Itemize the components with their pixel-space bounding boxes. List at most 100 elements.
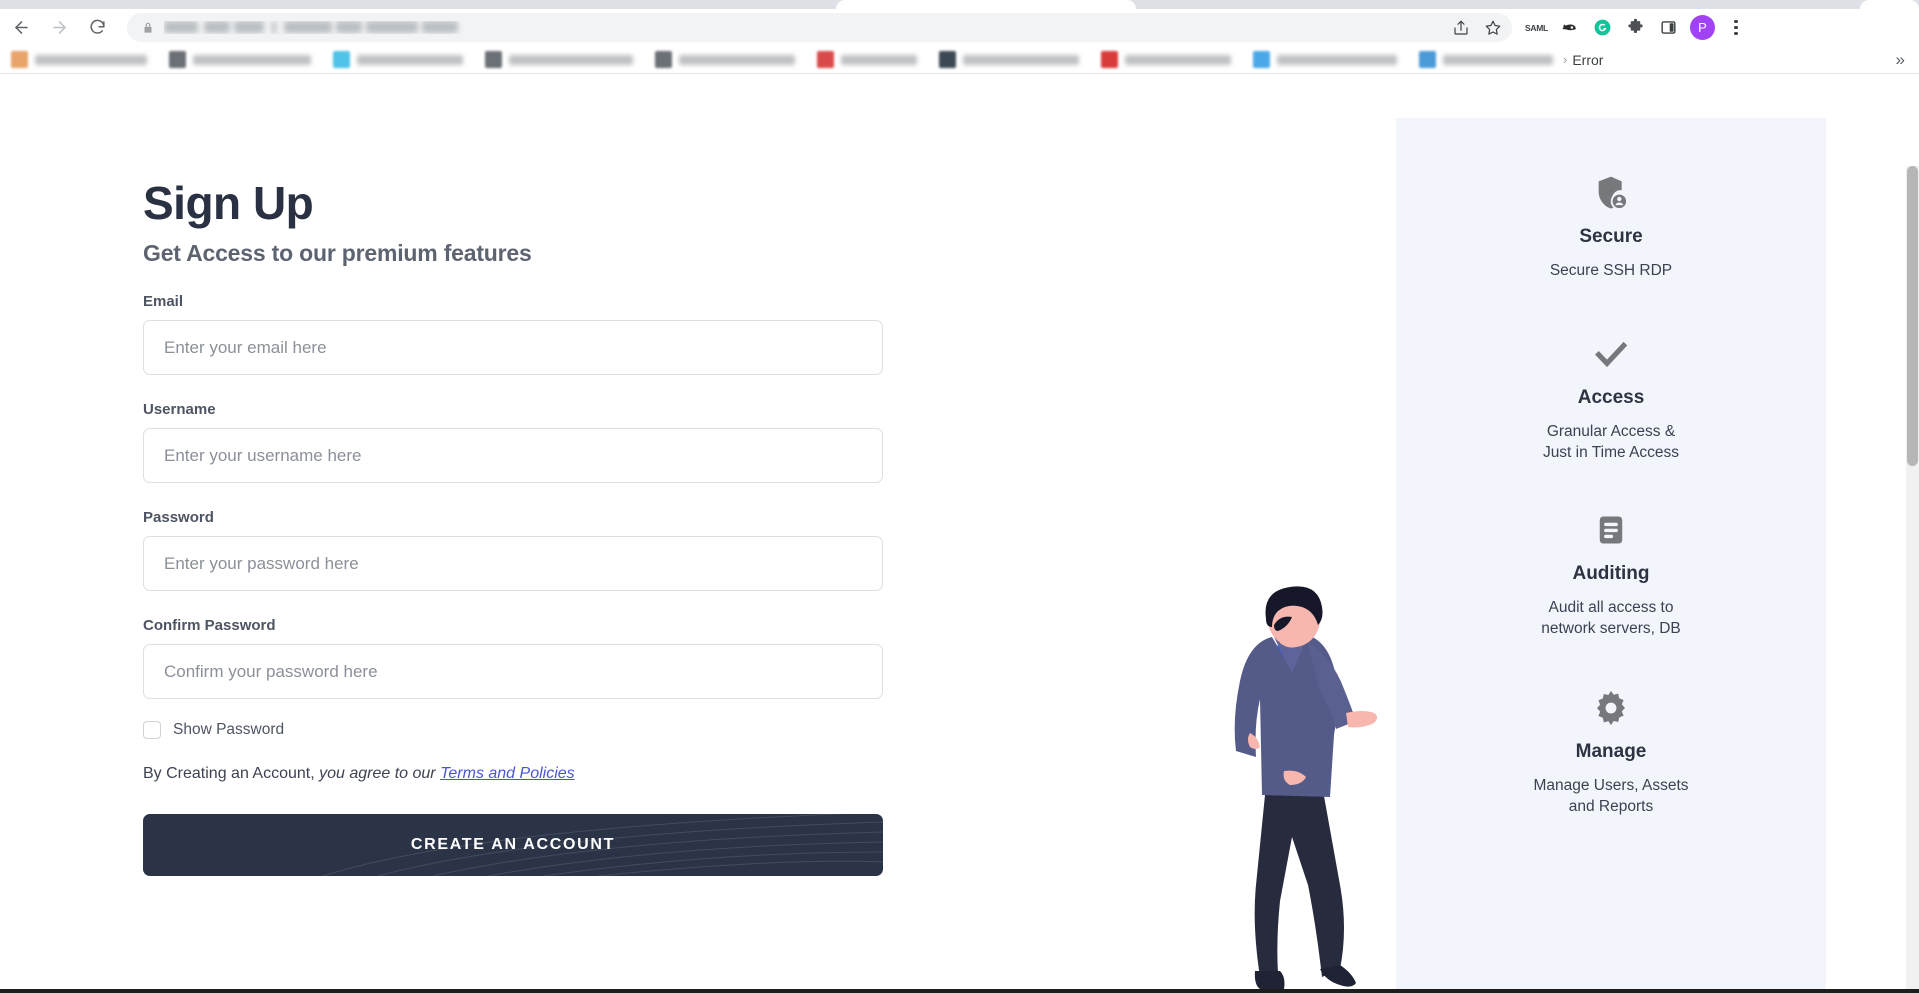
terms-and-policies-link[interactable]: Terms and Policies — [440, 765, 575, 782]
terms-italic: you agree to our — [314, 765, 441, 783]
reload-icon[interactable] — [80, 11, 114, 45]
feature-title: Manage — [1575, 741, 1647, 763]
page-title: Sign Up — [143, 177, 314, 229]
bookmark-item[interactable] — [485, 51, 633, 68]
man-leaning-illustration — [1234, 586, 1377, 989]
field-email: Email — [143, 293, 903, 376]
bookmark-favicon — [169, 51, 186, 68]
bookmark-favicon — [655, 51, 672, 68]
bookmark-item[interactable] — [169, 51, 311, 68]
tab-strip — [0, 0, 1919, 9]
browser-chrome: SAML P › Error » — [0, 0, 1919, 83]
bookmark-item[interactable] — [655, 51, 795, 68]
bookmark-label — [1125, 54, 1231, 65]
bookmark-label — [193, 54, 311, 65]
username-label: Username — [143, 401, 216, 419]
email-field[interactable] — [143, 320, 883, 376]
signup-form: Sign Up Get Access to our premium featur… — [143, 83, 903, 877]
bookmark-label — [357, 54, 463, 65]
bookmark-item[interactable] — [333, 51, 463, 68]
password-field[interactable] — [143, 536, 883, 592]
ninja-extension-icon[interactable] — [1556, 14, 1583, 41]
puzzle-extensions-icon[interactable] — [1622, 14, 1649, 41]
bookmark-favicon — [11, 51, 28, 68]
shield-user-icon — [1396, 166, 1826, 220]
bookmark-label — [509, 54, 633, 65]
active-tab[interactable] — [836, 0, 1136, 9]
chevron-right-icon: › — [1563, 52, 1568, 67]
bookmark-item[interactable] — [11, 51, 147, 68]
feature-auditing: Auditing Audit all access to network ser… — [1396, 503, 1826, 639]
page-subtitle: Get Access to our premium features — [143, 240, 532, 267]
bookmark-label — [35, 54, 147, 65]
page-content: Secure Secure SSH RDP Access Granular Ac… — [0, 83, 1919, 993]
email-label: Email — [143, 293, 184, 311]
gear-icon — [1396, 681, 1826, 735]
bookmark-label — [963, 54, 1079, 65]
bookmark-item[interactable] — [1253, 51, 1397, 68]
bookmark-favicon — [333, 51, 350, 68]
bookmark-favicon — [1101, 51, 1118, 68]
field-username: Username — [143, 401, 903, 484]
feature-access: Access Granular Access & Just in Time Ac… — [1396, 327, 1826, 463]
bookmark-label — [1443, 54, 1553, 65]
bookmark-item[interactable] — [817, 51, 917, 68]
feature-desc: Audit all access to network servers, DB — [1541, 599, 1681, 637]
feature-secure: Secure Secure SSH RDP — [1396, 166, 1826, 281]
confirm-password-field[interactable] — [143, 644, 883, 700]
bookmark-favicon — [1253, 51, 1270, 68]
bookmark-item[interactable] — [1101, 51, 1231, 68]
bookmark-label — [1277, 54, 1397, 65]
kebab-menu-icon[interactable] — [1723, 15, 1749, 41]
bookmark-favicon — [939, 51, 956, 68]
back-arrow-icon[interactable] — [4, 11, 38, 45]
bookmark-item[interactable] — [1419, 51, 1553, 68]
window-bottom-edge — [0, 989, 1919, 993]
new-tab-area[interactable] — [1860, 0, 1919, 9]
browser-toolbar: SAML P — [0, 9, 1919, 46]
bookmark-favicon — [485, 51, 502, 68]
bookmark-label — [841, 54, 917, 65]
star-icon[interactable] — [1482, 17, 1504, 39]
address-text — [164, 21, 1498, 34]
show-password-label[interactable]: Show Password — [173, 721, 284, 739]
check-icon — [1396, 327, 1826, 381]
extensions-strip: SAML P — [1523, 14, 1749, 41]
bookmark-item[interactable] — [939, 51, 1079, 68]
share-icon[interactable] — [1450, 17, 1472, 39]
grammarly-extension-icon[interactable] — [1589, 14, 1616, 41]
bookmark-error-item[interactable]: › Error — [1563, 52, 1603, 68]
features-panel: Secure Secure SSH RDP Access Granular Ac… — [1396, 118, 1826, 993]
show-password-row: Show Password — [143, 721, 903, 740]
forward-arrow-icon[interactable] — [42, 11, 76, 45]
bookmark-favicon — [1419, 51, 1436, 68]
page-scrollbar[interactable] — [1906, 166, 1919, 993]
password-label: Password — [143, 509, 214, 527]
terms-prefix: By Creating an Account, — [143, 765, 315, 783]
bookmarks-overflow-icon[interactable]: » — [1896, 50, 1905, 70]
feature-title: Secure — [1579, 226, 1643, 247]
bookmark-label — [679, 54, 795, 65]
feature-desc: Manage Users, Assets and Reports — [1533, 777, 1689, 815]
show-password-checkbox[interactable] — [143, 721, 161, 740]
avatar[interactable]: P — [1690, 15, 1715, 40]
create-account-button[interactable]: CREATE AN ACCOUNT — [143, 814, 883, 877]
username-field[interactable] — [143, 428, 883, 484]
feature-title: Access — [1577, 387, 1645, 409]
document-icon — [1396, 503, 1826, 557]
bookmark-favicon — [817, 51, 834, 68]
side-panel-icon[interactable] — [1655, 14, 1682, 41]
terms-text: By Creating an Account, you agree to our… — [143, 765, 903, 783]
feature-manage: Manage Manage Users, Assets and Reports — [1396, 681, 1826, 817]
omnibox-actions — [1450, 17, 1504, 39]
confirm-password-label: Confirm Password — [143, 617, 276, 635]
feature-desc: Secure SSH RDP — [1549, 262, 1673, 279]
bookmark-error-label: Error — [1572, 51, 1604, 68]
bookmarks-bar: › Error » — [0, 46, 1919, 74]
scrollbar-thumb[interactable] — [1907, 166, 1918, 466]
field-confirm-password: Confirm Password — [143, 617, 903, 700]
lock-icon — [141, 21, 155, 35]
create-account-label: CREATE AN ACCOUNT — [410, 836, 616, 854]
saml-extension-icon[interactable]: SAML — [1523, 14, 1550, 41]
address-bar[interactable] — [127, 13, 1512, 42]
